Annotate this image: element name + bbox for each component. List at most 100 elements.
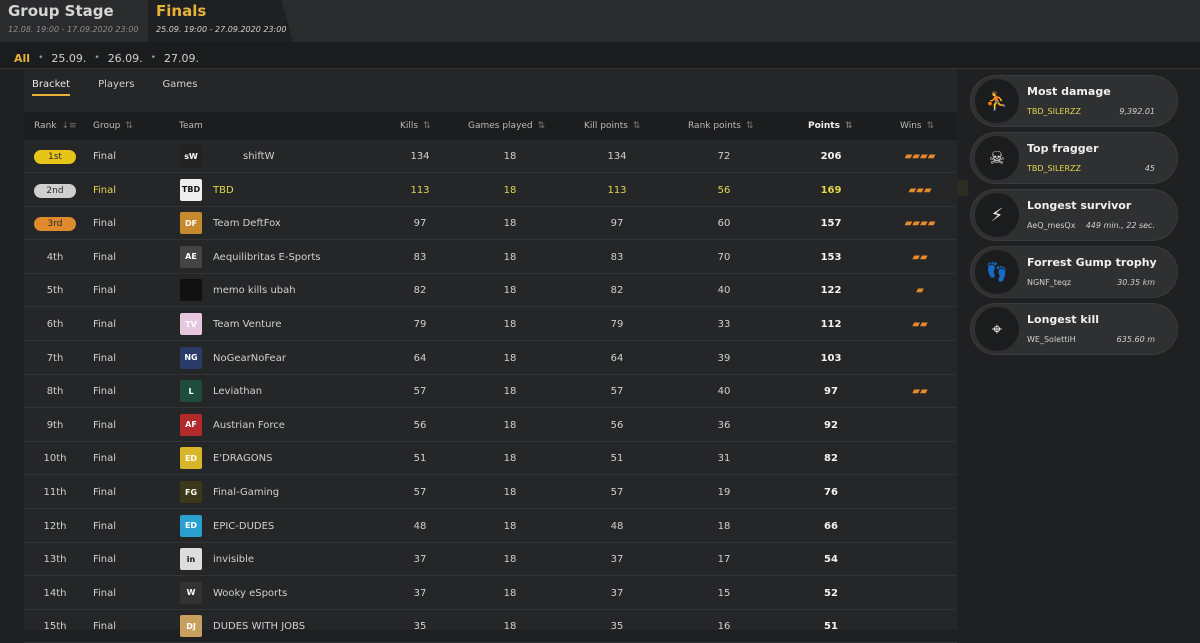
table-row[interactable]: 15th Final DJ DUDES WITH JOBS 35 18 35 1… bbox=[24, 610, 957, 643]
table-row[interactable]: 6th Final TV Team Venture 79 18 79 33 11… bbox=[24, 308, 957, 341]
col-games[interactable]: Games played ⇅ bbox=[468, 121, 545, 131]
table-row[interactable]: 5th Final memo kills ubah 82 18 82 40 12… bbox=[24, 274, 957, 308]
kills-cell: 37 bbox=[413, 587, 427, 599]
rank-points-cell: 31 bbox=[717, 453, 731, 465]
team-logo: DJ bbox=[180, 615, 202, 638]
win-chicken-icon: ▰ bbox=[912, 386, 920, 398]
col-kill-points-label: Kill points bbox=[584, 121, 628, 131]
col-group[interactable]: Group ⇅ bbox=[93, 121, 133, 131]
award-player[interactable]: NGNF_teqz bbox=[1027, 278, 1071, 287]
col-rank-points[interactable]: Rank points ⇅ bbox=[688, 121, 754, 131]
win-chicken-icon: ▰ bbox=[908, 184, 917, 196]
rank-badge: 3rd bbox=[34, 217, 76, 232]
table-row[interactable]: 7th Final NG NoGearNoFear 64 18 64 39 10… bbox=[24, 342, 957, 375]
wins-cell: ▰▰ bbox=[890, 319, 950, 330]
group-cell: Final bbox=[93, 218, 117, 230]
team-name[interactable]: Final-Gaming bbox=[213, 487, 279, 498]
table-row[interactable]: 3rd Final DF Team DeftFox 97 18 97 60 15… bbox=[24, 207, 957, 241]
col-group-label: Group bbox=[93, 121, 121, 131]
wins-cell: ▰ bbox=[890, 285, 950, 296]
col-rank[interactable]: Rank ↓≡ bbox=[34, 121, 77, 131]
rank-points-cell: 60 bbox=[717, 218, 731, 230]
table-row[interactable]: 9th Final AF Austrian Force 56 18 56 36 … bbox=[24, 409, 957, 442]
table-row[interactable]: 4th Final AE Aequilibritas E-Sports 83 1… bbox=[24, 241, 957, 274]
table-row[interactable]: 13th Final in invisible 37 18 37 17 54 bbox=[24, 543, 957, 577]
table-row[interactable]: 1st Final sW shiftW 134 18 134 72 206 ▰▰… bbox=[24, 140, 957, 173]
table-row[interactable]: 10th Final ED E'DRAGONS 51 18 51 31 82 bbox=[24, 442, 957, 476]
table-row[interactable]: 12th Final ED EPIC-DUDES 48 18 48 18 66 bbox=[24, 510, 957, 543]
team-name[interactable]: Aequilibritas E-Sports bbox=[213, 252, 321, 263]
team-name[interactable]: shiftW bbox=[243, 151, 274, 162]
games-cell: 18 bbox=[503, 319, 517, 330]
win-chicken-icon: ▰ bbox=[927, 151, 936, 162]
games-cell: 18 bbox=[503, 487, 517, 498]
col-wins[interactable]: Wins ⇅ bbox=[900, 121, 934, 131]
award-title: Top fragger bbox=[1027, 142, 1099, 155]
col-rank-points-label: Rank points bbox=[688, 121, 741, 131]
sort-icon: ⇅ bbox=[125, 121, 133, 131]
team-name[interactable]: Team Venture bbox=[213, 319, 281, 330]
team-name[interactable]: NoGearNoFear bbox=[213, 353, 286, 364]
table-row[interactable]: 8th Final L Leviathan 57 18 57 40 97 ▰▰ bbox=[24, 375, 957, 409]
col-kills[interactable]: Kills ⇅ bbox=[400, 121, 431, 131]
rank-cell: 12th bbox=[34, 521, 76, 532]
group-cell: Final bbox=[93, 587, 117, 599]
team-name[interactable]: E'DRAGONS bbox=[213, 453, 272, 464]
kills-cell: 113 bbox=[410, 184, 430, 196]
win-chicken-icon: ▰ bbox=[912, 319, 920, 330]
tab-group-stage[interactable]: Group Stage 12.08. 19:00 - 17.09.2020 23… bbox=[0, 0, 148, 42]
award-player[interactable]: TBD_SILERZZ bbox=[1027, 107, 1081, 116]
team-logo: DF bbox=[180, 212, 202, 235]
team-logo: sW bbox=[180, 145, 202, 167]
col-kill-points[interactable]: Kill points ⇅ bbox=[584, 121, 640, 131]
rank-points-cell: 18 bbox=[717, 520, 731, 532]
team-name[interactable]: TBD bbox=[213, 185, 234, 196]
team-logo: AF bbox=[180, 413, 202, 436]
points-cell: 66 bbox=[824, 520, 838, 532]
team-name[interactable]: Austrian Force bbox=[213, 420, 285, 431]
award-player[interactable]: AeQ_mesQx bbox=[1027, 221, 1075, 230]
team-name[interactable]: Team DeftFox bbox=[213, 218, 281, 229]
team-name[interactable]: Leviathan bbox=[213, 386, 262, 397]
kills-cell: 64 bbox=[413, 352, 427, 364]
footprints-icon: 👣 bbox=[975, 250, 1019, 294]
award-player[interactable]: WE_SolettiH bbox=[1027, 335, 1076, 344]
win-chicken-icon: ▰ bbox=[916, 184, 924, 196]
team-name[interactable]: invisible bbox=[213, 554, 254, 565]
tab-players[interactable]: Players bbox=[98, 79, 134, 96]
kill-points-cell: 56 bbox=[610, 419, 624, 431]
points-cell: 153 bbox=[820, 251, 842, 263]
points-cell: 103 bbox=[820, 352, 842, 364]
award-card: 👣 Forrest Gump trophy NGNF_teqz 30.35 km bbox=[970, 246, 1178, 298]
separator-dot: • bbox=[38, 53, 44, 63]
tab-finals[interactable]: Finals 25.09. 19:00 - 27.09.2020 23:00 bbox=[148, 0, 293, 42]
tab-games[interactable]: Games bbox=[162, 79, 197, 96]
team-name[interactable]: memo kills ubah bbox=[213, 285, 296, 296]
table-row[interactable]: 11th Final FG Final-Gaming 57 18 57 19 7… bbox=[24, 476, 957, 509]
rank-text: 13th bbox=[43, 554, 67, 566]
team-name[interactable]: EPIC-DUDES bbox=[213, 521, 274, 532]
team-logo: L bbox=[180, 380, 202, 403]
team-name[interactable]: Wooky eSports bbox=[213, 588, 287, 599]
standings-panel: Bracket Players Games Rank ↓≡ Group ⇅ Team… bbox=[24, 69, 957, 643]
win-chicken-icon: ▰ bbox=[923, 184, 932, 196]
win-chicken-icon: ▰ bbox=[927, 218, 936, 230]
col-points[interactable]: Points ⇅ bbox=[808, 121, 852, 131]
date-filter-day-3[interactable]: 27.09. bbox=[164, 52, 199, 65]
kills-cell: 37 bbox=[413, 554, 427, 566]
table-row[interactable]: 2nd Final TBD TBD 113 18 113 56 169 ▰▰▰ bbox=[24, 174, 957, 207]
date-filter-day-1[interactable]: 25.09. bbox=[51, 52, 86, 65]
award-card: ⌖ Longest kill WE_SolettiH 635.60 m bbox=[970, 303, 1178, 355]
table-row[interactable]: 14th Final W Wooky eSports 37 18 37 15 5… bbox=[24, 577, 957, 610]
date-filter-all[interactable]: All bbox=[14, 52, 30, 65]
rank-points-cell: 15 bbox=[717, 587, 731, 599]
win-chicken-icon: ▰ bbox=[920, 251, 928, 263]
col-wins-label: Wins bbox=[900, 121, 922, 131]
team-name[interactable]: DUDES WITH JOBS bbox=[213, 621, 305, 632]
group-cell: Final bbox=[93, 319, 117, 330]
tab-bracket[interactable]: Bracket bbox=[32, 79, 71, 96]
date-filter-day-2[interactable]: 26.09. bbox=[108, 52, 143, 65]
rank-text: 6th bbox=[46, 319, 64, 330]
rank-cell: 4th bbox=[34, 252, 76, 263]
award-player[interactable]: TBD_SILERZZ bbox=[1027, 164, 1081, 173]
